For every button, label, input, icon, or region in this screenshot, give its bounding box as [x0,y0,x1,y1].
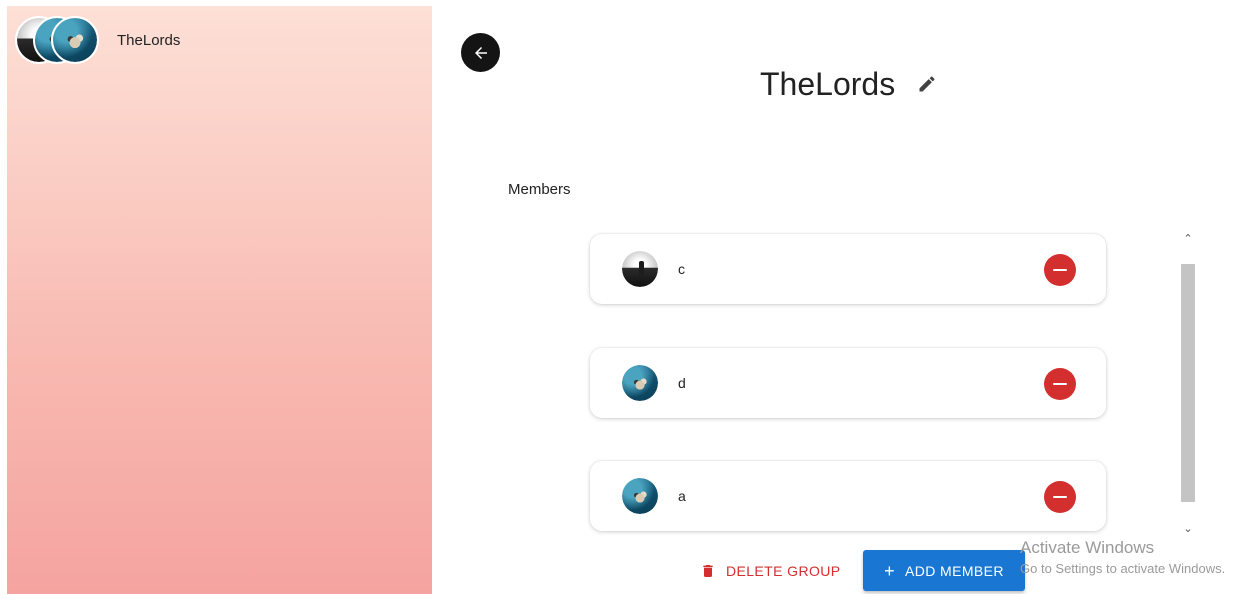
activation-watermark: Activate Windows Go to Settings to activ… [1020,538,1225,576]
arrow-left-icon [474,46,487,59]
member-card: c [590,234,1106,304]
sidebar-group-name: TheLords [117,32,181,49]
group-avatar-stack [15,16,107,68]
trash-icon [703,565,713,577]
member-card: a [590,461,1106,531]
page-title: TheLords [760,65,896,102]
remove-member-button[interactable] [1044,368,1076,400]
add-member-button[interactable]: + ADD MEMBER [863,550,1025,591]
minus-icon [1053,268,1067,272]
plus-icon: + [884,560,895,581]
sidebar-group-item[interactable]: TheLords [15,16,415,68]
member-card: d [590,348,1106,418]
watermark-subtitle: Go to Settings to activate Windows. [1020,561,1226,576]
member-list-scrollbar[interactable]: ⌃ ⌄ [1180,230,1196,536]
members-label: Members [508,181,571,198]
group-title-area: TheLords [760,62,937,106]
scroll-down-icon[interactable]: ⌄ [1180,520,1196,536]
back-button[interactable] [461,33,500,72]
scroll-thumb[interactable] [1181,264,1195,502]
pencil-icon[interactable] [917,74,937,94]
remove-member-button[interactable] [1044,254,1076,286]
avatar [622,478,658,514]
remove-member-button[interactable] [1044,481,1076,513]
sidebar: TheLords [7,6,432,594]
delete-group-button[interactable]: DELETE GROUP [690,553,851,589]
member-name: c [678,261,685,277]
avatar [51,16,99,64]
delete-group-label: DELETE GROUP [726,563,841,579]
watermark-title: Activate Windows [1020,538,1155,557]
member-name: d [678,375,686,391]
app-root: TheLords TheLords Members c d a ⌃ ⌄ DELE… [0,0,1253,594]
member-list: c d a [590,234,1108,534]
avatar [622,251,658,287]
scroll-up-icon[interactable]: ⌃ [1180,230,1196,246]
add-member-label: ADD MEMBER [905,562,1004,579]
minus-icon [1053,382,1067,386]
avatar [622,365,658,401]
minus-icon [1053,495,1067,499]
member-name: a [678,488,686,504]
